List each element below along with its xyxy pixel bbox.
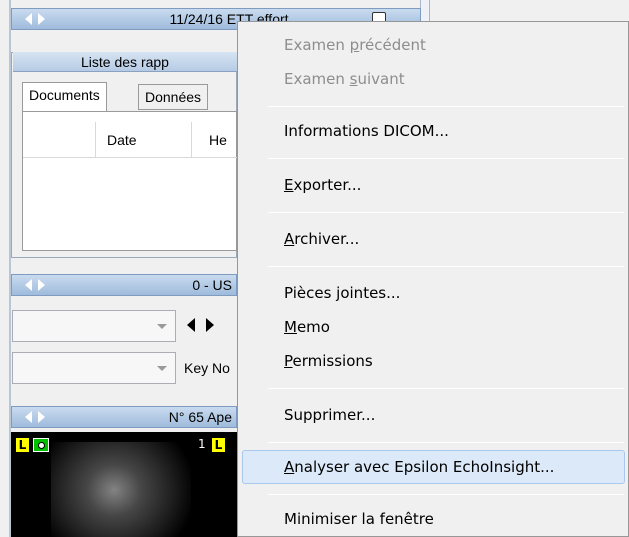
menu-item-minimiser-fenetre[interactable]: Minimiser la fenêtre: [284, 510, 434, 528]
menu-separator: [268, 388, 624, 389]
menu-separator: [268, 442, 624, 443]
previous-arrow-icon[interactable]: [187, 318, 195, 332]
overlay-number: 1: [198, 437, 206, 451]
series-title-bar: 0 - US: [11, 274, 237, 296]
column-heure[interactable]: He: [209, 132, 227, 148]
camera-icon: [33, 438, 49, 452]
menu-item-examen-suivant[interactable]: Examen suivant: [284, 70, 405, 88]
menu-separator: [268, 266, 624, 267]
key-note-label[interactable]: Key No: [184, 360, 230, 376]
image-title-bar: N° 65 Ape: [11, 406, 237, 428]
menu-item-memo[interactable]: Memo: [284, 318, 330, 336]
column-date[interactable]: Date: [107, 132, 137, 148]
next-arrow-icon[interactable]: [38, 13, 45, 25]
tab-donnees[interactable]: Données: [138, 84, 209, 110]
menu-separator: [268, 494, 624, 495]
menu-item-examen-precedent[interactable]: Examen précédent: [284, 36, 426, 54]
series-select[interactable]: [12, 310, 176, 342]
ultrasound-image: [51, 442, 191, 537]
menu-item-permissions[interactable]: Permissions: [284, 352, 373, 370]
menu-item-archiver[interactable]: Archiver...: [284, 230, 359, 248]
menu-separator: [268, 106, 624, 107]
column-divider[interactable]: [191, 122, 192, 158]
menu-item-analyser-echoinsight[interactable]: Analyser avec Epsilon EchoInsight...: [284, 458, 554, 476]
series-nav[interactable]: [12, 275, 58, 295]
previous-arrow-icon[interactable]: [25, 279, 32, 291]
menu-item-supprimer[interactable]: Supprimer...: [284, 406, 375, 424]
overlay-label: L: [212, 438, 225, 452]
menu-item-exporter[interactable]: Exporter...: [284, 176, 361, 194]
previous-arrow-icon[interactable]: [25, 13, 32, 25]
menu-item-pieces-jointes[interactable]: Pièces jointes...: [284, 284, 400, 302]
image-nav[interactable]: [12, 407, 58, 427]
tab-documents[interactable]: Documents: [22, 82, 107, 112]
series-title: 0 - US: [192, 277, 232, 293]
next-arrow-icon[interactable]: [206, 318, 214, 332]
menu-separator: [268, 212, 624, 213]
image-title: N° 65 Ape: [168, 409, 232, 425]
overlay-label: L: [16, 438, 29, 452]
report-list-title: Liste des rapp: [13, 52, 237, 72]
next-arrow-icon[interactable]: [38, 279, 45, 291]
documents-table: Date He: [22, 111, 238, 251]
exam-nav[interactable]: [12, 9, 58, 29]
next-arrow-icon[interactable]: [38, 411, 45, 423]
chevron-down-icon: [157, 324, 167, 329]
keynote-select[interactable]: [12, 352, 176, 384]
context-menu: Examen précédent Examen suivant Informat…: [237, 21, 629, 537]
chevron-down-icon: [157, 366, 167, 371]
menu-separator: [268, 158, 624, 159]
column-divider[interactable]: [95, 122, 96, 158]
previous-arrow-icon[interactable]: [25, 411, 32, 423]
menu-item-informations-dicom[interactable]: Informations DICOM...: [284, 122, 449, 140]
